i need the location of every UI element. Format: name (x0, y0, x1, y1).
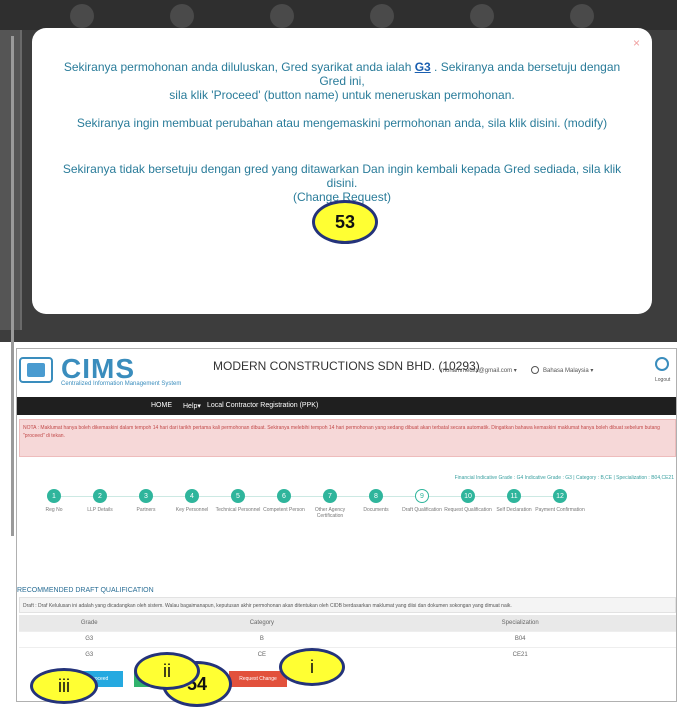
step-label: Technical Personnel (215, 507, 261, 513)
progress-stepper: 1 Reg No 2 LLP Details 3 Partners 4 Key Pers… (17, 489, 676, 553)
step-label: Self Declaration (496, 507, 532, 513)
step-3[interactable]: 3 Partners (121, 489, 171, 513)
modal-screenshot: × Sekiranya permohonan anda diluluskan, … (0, 0, 677, 342)
step-label: Request Qualification (444, 507, 492, 513)
step-6[interactable]: 6 Competent Person (259, 489, 309, 513)
modal-text: Sekiranya permohonan anda diluluskan, Gr… (63, 60, 415, 74)
main-nav: HOME Help▾ Local Contractor Registration… (17, 397, 676, 415)
step-1[interactable]: 1 Reg No (29, 489, 79, 513)
logo-subtitle: Centralized Information Management Syste… (61, 381, 182, 387)
modal-text: Sekiranya tidak bersetuju dengan gred ya… (62, 162, 622, 190)
background-step-icon (270, 4, 294, 28)
step-dot: 7 (323, 489, 337, 503)
step-7[interactable]: 7 Other Agency Certification (305, 489, 355, 519)
step-label: Competent Person (263, 507, 305, 513)
globe-icon (531, 366, 539, 374)
step-dot: 1 (47, 489, 61, 503)
step-label: Draft Qualification (402, 507, 442, 513)
callout-iii: iii (30, 668, 98, 704)
background-step-icon (170, 4, 194, 28)
table-row: G3 CE CE21 (19, 646, 676, 663)
column-header: Grade (19, 615, 160, 631)
modal-text: sila klik 'Proceed' (button name) untuk … (169, 88, 515, 102)
step-dot: 8 (369, 489, 383, 503)
modal-message-proceed: Sekiranya permohonan anda diluluskan, Gr… (52, 60, 632, 102)
step-label: Payment Confirmation (535, 507, 585, 513)
step-label: Reg No (45, 507, 63, 513)
draft-note: Draft : Draf Kelulusan ini adalah yang d… (19, 597, 676, 613)
cims-screenshot: CIMS Centralized Information Management … (16, 348, 677, 702)
left-frame-border (0, 36, 14, 536)
language-select[interactable]: Bahasa Malaysia ▾ (543, 367, 593, 374)
grade-link[interactable]: G3 (415, 60, 431, 74)
step-dot: 12 (553, 489, 567, 503)
modal-text: Sekiranya ingin membuat perubahan atau m… (76, 116, 608, 130)
column-header: Specialization (364, 615, 676, 631)
step-10[interactable]: 10 Request Qualification (443, 489, 493, 513)
modal-message-change-request: Sekiranya tidak bersetuju dengan gred ya… (52, 162, 632, 204)
grade-summary: Financial Indicative Grade : G4 Indicati… (454, 475, 674, 481)
step-dot: 5 (231, 489, 245, 503)
step-label: Key Personnel (175, 507, 209, 513)
step-dot: 3 (139, 489, 153, 503)
table-cell: B04 (364, 630, 676, 647)
step-dot: 2 (93, 489, 107, 503)
step-label: Partners (136, 507, 156, 513)
close-icon[interactable]: × (633, 36, 640, 50)
step-label: LLP Details (87, 507, 113, 513)
step-12[interactable]: 12 Payment Confirmation (535, 489, 585, 513)
background-step-icon (70, 4, 94, 28)
background-step-icon (470, 4, 494, 28)
company-name: MODERN CONSTRUCTIONS SDN BHD. (10293) (213, 359, 480, 373)
step-label: Other Agency Certification (314, 507, 346, 519)
table-cell: B (159, 630, 365, 647)
modal-message-modify: Sekiranya ingin membuat perubahan atau m… (52, 116, 632, 130)
section-title: RECOMMENDED DRAFT QUALIFICATION (17, 587, 154, 594)
user-menu[interactable]: mohammedxx@gmail.com ▾ (441, 367, 517, 374)
request-change-button[interactable]: Request Change (229, 671, 287, 687)
alert-note: NOTA : Maklumat hanya boleh dikemaskini … (19, 419, 676, 457)
table-row: G3 B B04 (19, 630, 676, 647)
page-header: CIMS Centralized Information Management … (17, 349, 676, 393)
chip-icon (27, 363, 45, 377)
step-11[interactable]: 11 Self Declaration (489, 489, 539, 513)
power-icon[interactable] (655, 357, 669, 371)
qualification-table: Grade Category Specialization G3 B B04 G… (19, 615, 676, 663)
callout-ii: ii (134, 652, 200, 690)
column-header: Category (159, 615, 365, 631)
background-step-icon (570, 4, 594, 28)
step-8[interactable]: 8 Documents (351, 489, 401, 513)
callout-i: i (279, 648, 345, 686)
table-header-row: Grade Category Specialization (19, 615, 676, 631)
step-dot: 10 (461, 489, 475, 503)
step-dot: 6 (277, 489, 291, 503)
table-cell: G3 (19, 630, 160, 647)
step-4[interactable]: 4 Key Personnel (167, 489, 217, 513)
step-5[interactable]: 5 Technical Personnel (213, 489, 263, 513)
step-label: Documents (363, 507, 389, 513)
table-cell: CE21 (364, 646, 676, 663)
callout-53: 53 (312, 200, 378, 244)
step-dot: 11 (507, 489, 521, 503)
step-9[interactable]: 9 Draft Qualification (397, 489, 447, 513)
grade-confirmation-modal: × Sekiranya permohonan anda diluluskan, … (32, 28, 652, 314)
nav-help[interactable]: Help▾ (183, 402, 201, 410)
alert-text: NOTA : Maklumat hanya boleh dikemaskini … (23, 425, 660, 439)
nav-local-contractor-registration[interactable]: Local Contractor Registration (PPK) (207, 402, 318, 409)
background-step-icon (370, 4, 394, 28)
step-2[interactable]: 2 LLP Details (75, 489, 125, 513)
step-dot: 4 (185, 489, 199, 503)
logout-label[interactable]: Logout (655, 377, 670, 383)
step-dot: 9 (415, 489, 429, 503)
nav-home[interactable]: HOME (151, 402, 172, 409)
